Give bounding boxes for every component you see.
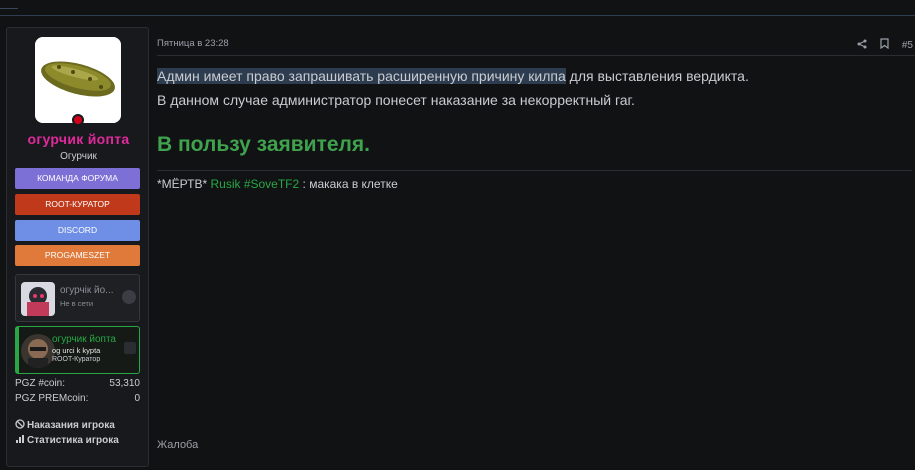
link-label: Наказания игрока: [27, 420, 115, 431]
header-divider: [157, 55, 915, 56]
chart-icon: [16, 435, 24, 443]
profile-card-active[interactable]: огурчик йопта og urci k kypta ROOT-Курат…: [15, 326, 140, 374]
stat-pgz-premcoin: PGZ PREMcoin: 0: [15, 393, 140, 404]
post-date[interactable]: Пятница в 23:28: [157, 38, 229, 49]
signature: *МЁРТВ* Rusik #SoveTF2 : макака в клетке: [157, 177, 398, 191]
stat-label: PGZ PREMcoin:: [15, 393, 89, 404]
user-title: Огурчик: [60, 151, 97, 162]
share-icon[interactable]: [857, 39, 867, 52]
user-avatar[interactable]: [35, 37, 121, 123]
badge-progameszet: PROGAMESZET: [15, 245, 140, 266]
signature-player: Rusik #SoveTF2: [210, 177, 300, 191]
bookmark-icon[interactable]: [880, 38, 889, 52]
card-name: огурчік йо...: [60, 285, 114, 296]
badge-forum-team: КОМАНДА ФОРУМА: [15, 168, 140, 189]
stat-pgz-coin: PGZ #coin: 53,310: [15, 378, 140, 389]
username[interactable]: огурчик йопта: [7, 131, 150, 147]
card-role: ROOT-Куратор: [52, 356, 101, 363]
card-options-icon[interactable]: [124, 342, 136, 354]
highlighted-text: Админ имеет право запрашивать расширенну…: [157, 68, 566, 84]
card-name: огурчик йопта: [52, 334, 116, 345]
post-actions: #5: [847, 38, 913, 52]
signature-message: : макака в клетке: [299, 177, 398, 191]
ban-icon: [15, 419, 25, 429]
link-player-punishments[interactable]: Наказания игрока: [15, 419, 115, 431]
card-avatar: [21, 282, 55, 316]
stat-value: 0: [134, 393, 140, 404]
post-number[interactable]: #5: [902, 40, 913, 51]
badge-root-curator: ROOT-КУРАТОР: [15, 194, 140, 215]
stat-label: PGZ #coin:: [15, 378, 66, 389]
verdict-heading: В пользу заявителя.: [157, 133, 370, 156]
stat-value: 53,310: [109, 378, 140, 389]
top-divider: [0, 0, 915, 16]
post-content: Пятница в 23:28 #5 Админ имеет право зап…: [157, 27, 915, 470]
forum-post: огурчик йопта Огурчик КОМАНДА ФОРУМА ROO…: [0, 27, 915, 470]
signature-prefix: *МЁРТВ*: [157, 177, 211, 191]
link-label: Статистика игрока: [27, 435, 119, 446]
link-player-stats[interactable]: Статистика игрока: [15, 434, 119, 446]
card-avatar: [21, 334, 55, 368]
post-header: Пятница в 23:28 #5: [157, 38, 913, 56]
online-status-indicator: [72, 114, 84, 126]
signature-divider: [157, 170, 912, 171]
text-rest: для выставления вердикта.: [565, 68, 749, 84]
post-text-line-1: Админ имеет право запрашивать расширенну…: [157, 68, 749, 84]
profile-card-offline[interactable]: огурчік йо... Не в сети: [15, 274, 140, 322]
card-options-icon[interactable]: [122, 290, 136, 304]
user-sidebar: огурчик йопта Огурчик КОМАНДА ФОРУМА ROO…: [6, 27, 149, 467]
card-subtitle: og urci k kypta: [52, 346, 101, 355]
pickle-icon: [35, 37, 121, 123]
report-link[interactable]: Жалоба: [157, 439, 198, 451]
post-text-line-2: В данном случае администратор понесет на…: [157, 92, 635, 108]
badge-discord: DISCORD: [15, 220, 140, 241]
card-status: Не в сети: [60, 299, 94, 308]
